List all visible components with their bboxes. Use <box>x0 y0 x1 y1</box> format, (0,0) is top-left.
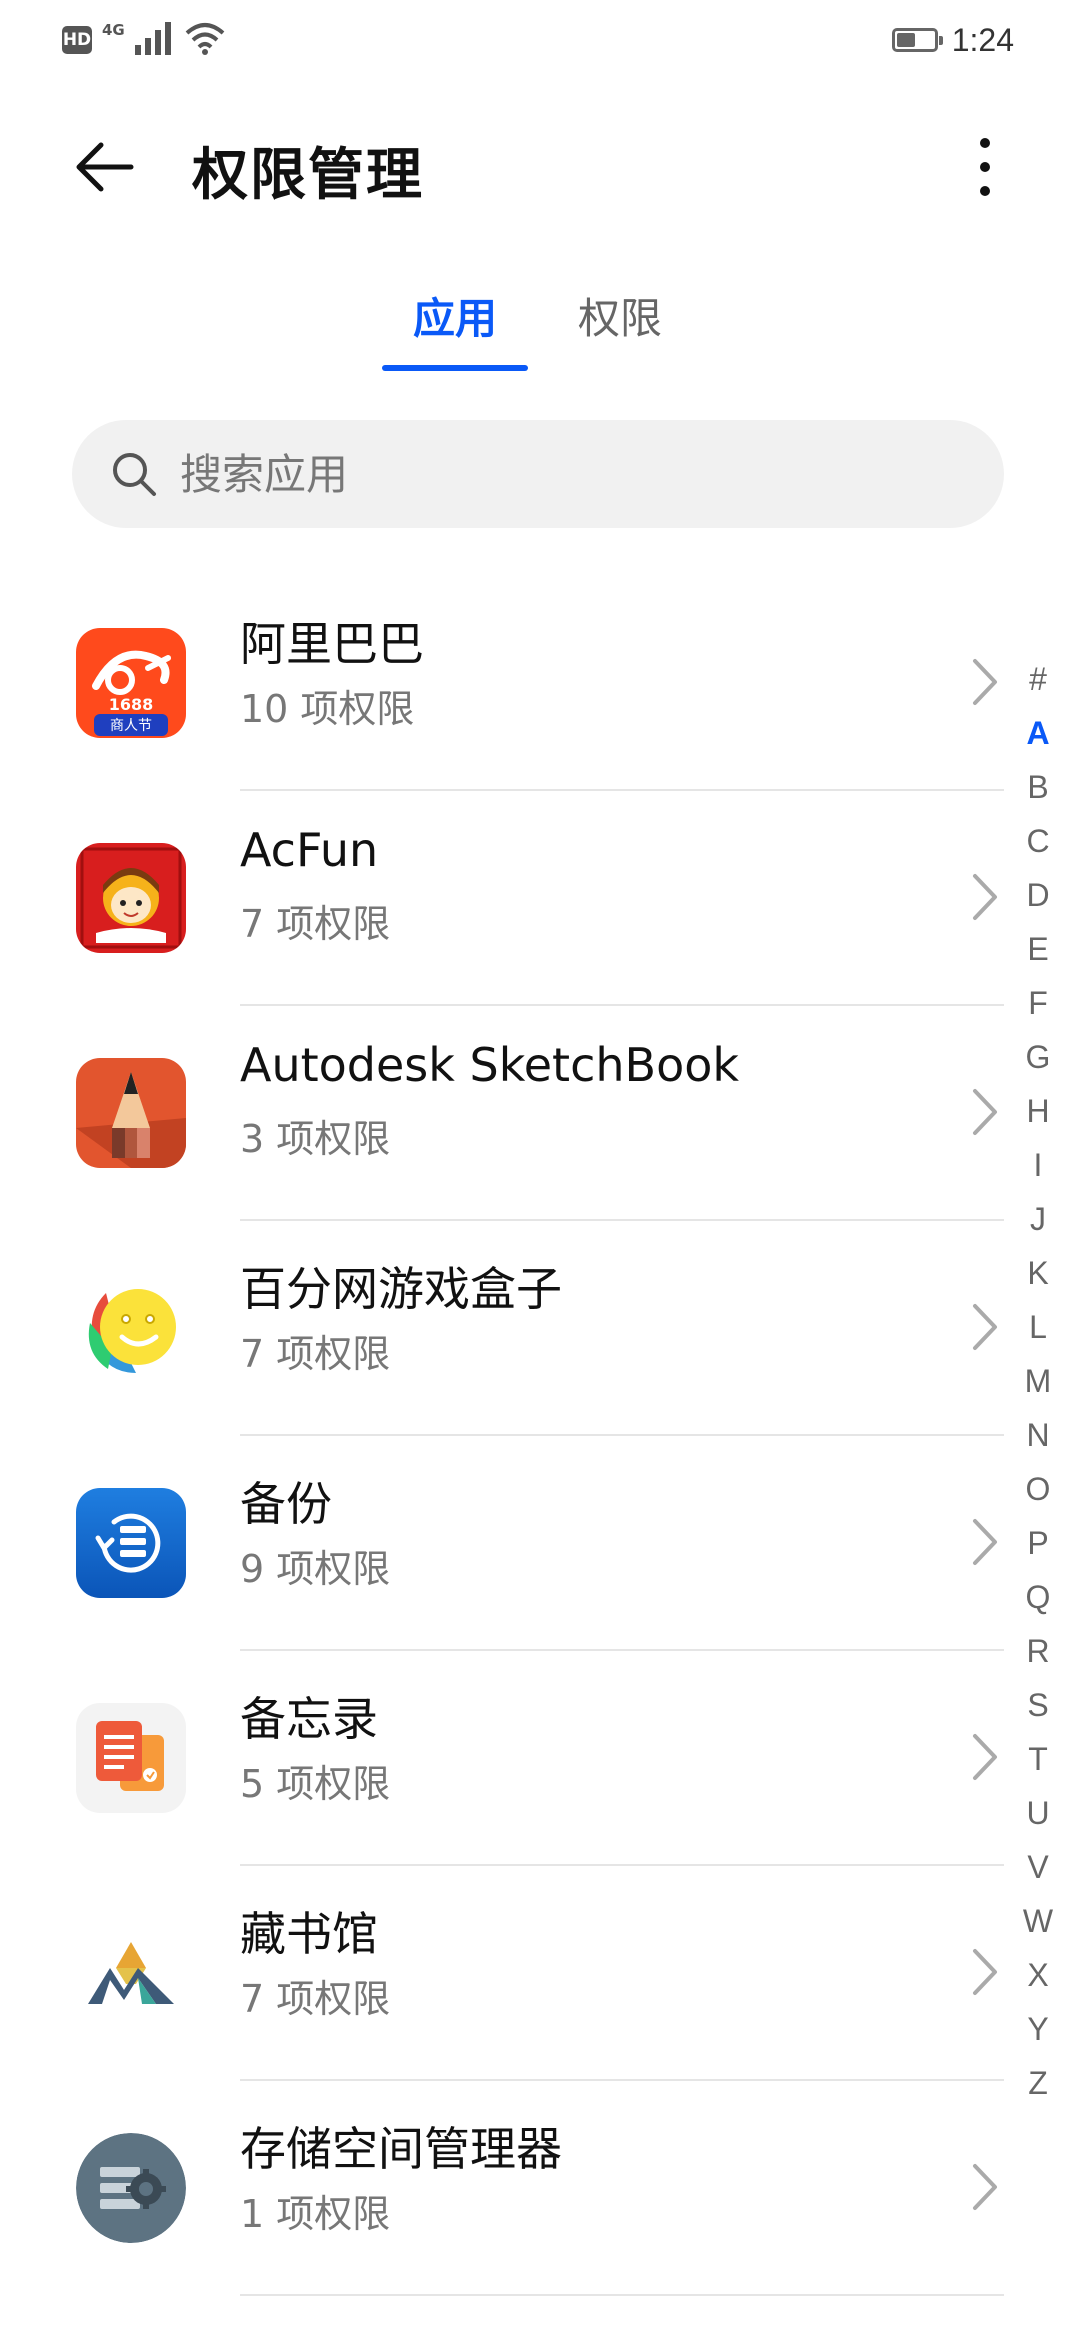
index-letter-g[interactable]: G <box>1018 1030 1058 1084</box>
app-row-alibaba[interactable]: 1688 商人节 阿里巴巴 10 项权限 <box>0 576 1010 791</box>
app-row-storage-manager[interactable]: 存储空间管理器 1 项权限 <box>0 2081 1010 2296</box>
chevron-right-icon <box>973 1089 997 1135</box>
index-letter-o[interactable]: O <box>1018 1462 1058 1516</box>
tab-indicator <box>382 365 528 371</box>
search-icon <box>113 453 156 496</box>
app-permission-count: 9 项权限 <box>240 1547 391 1591</box>
app-name: 阿里巴巴 <box>240 617 424 671</box>
alibaba-badge-top: 1688 <box>109 695 154 714</box>
app-permission-count: 7 项权限 <box>240 1332 391 1376</box>
app-row-notes[interactable]: 备忘录 5 项权限 <box>0 1651 1010 1866</box>
app-name: 存储空间管理器 <box>240 2122 562 2176</box>
chevron-right-icon <box>973 1519 997 1565</box>
chevron-right-icon <box>973 1304 997 1350</box>
index-letter-t[interactable]: T <box>1018 1732 1058 1786</box>
index-letter-n[interactable]: N <box>1018 1408 1058 1462</box>
status-time: 1:24 <box>951 21 1014 58</box>
index-letter-q[interactable]: Q <box>1018 1570 1058 1624</box>
app-name: 备份 <box>240 1477 332 1531</box>
search-input[interactable] <box>178 448 982 500</box>
acfun-icon <box>76 843 186 953</box>
index-letter-u[interactable]: U <box>1018 1786 1058 1840</box>
app-name: 藏书馆 <box>240 1907 378 1961</box>
app-permission-count: 3 项权限 <box>240 1117 391 1161</box>
index-letter-e[interactable]: E <box>1018 922 1058 976</box>
index-letter-w[interactable]: W <box>1018 1894 1058 1948</box>
app-row-acfun[interactable]: AcFun 7 项权限 <box>0 791 1010 1006</box>
index-letter-hash[interactable]: # <box>1018 652 1058 706</box>
more-options-button[interactable] <box>940 122 1030 212</box>
game-box-icon <box>76 1273 186 1383</box>
chevron-right-icon <box>973 874 997 920</box>
alibaba-icon: 1688 商人节 <box>76 628 186 738</box>
index-letter-p[interactable]: P <box>1018 1516 1058 1570</box>
app-permission-count: 10 项权限 <box>240 687 415 731</box>
library-icon <box>76 1918 186 2028</box>
tab-bar: 应用 权限 <box>0 285 1080 375</box>
hd-badge: HD <box>62 26 92 54</box>
divider <box>240 2294 1004 2296</box>
index-letter-i[interactable]: I <box>1018 1138 1058 1192</box>
battery-level <box>896 33 915 47</box>
wifi-icon <box>185 21 225 59</box>
app-row-sketchbook[interactable]: Autodesk SketchBook 3 项权限 <box>0 1006 1010 1221</box>
app-permission-count: 7 项权限 <box>240 902 391 946</box>
index-letter-c[interactable]: C <box>1018 814 1058 868</box>
app-row-backup[interactable]: 备份 9 项权限 <box>0 1436 1010 1651</box>
backup-icon <box>76 1488 186 1598</box>
tab-permissions[interactable]: 权限 <box>550 285 690 375</box>
back-arrow-icon <box>76 142 134 192</box>
index-letter-k[interactable]: K <box>1018 1246 1058 1300</box>
index-letter-f[interactable]: F <box>1018 976 1058 1030</box>
app-permission-count: 5 项权限 <box>240 1762 391 1806</box>
status-left: HD 4G <box>62 20 225 60</box>
index-letter-j[interactable]: J <box>1018 1192 1058 1246</box>
notes-icon <box>76 1703 186 1813</box>
alphabet-index[interactable]: # A B C D E F G H I J K L M N O P Q R S T U V W X Y Z <box>1018 652 1058 2110</box>
chevron-right-icon <box>973 1734 997 1780</box>
battery-icon <box>891 28 943 52</box>
index-letter-r[interactable]: R <box>1018 1624 1058 1678</box>
app-permission-count: 1 项权限 <box>240 2192 391 2236</box>
index-letter-b[interactable]: B <box>1018 760 1058 814</box>
network-type: 4G <box>102 21 125 39</box>
alibaba-badge-bottom: 商人节 <box>110 718 152 734</box>
signal-icon <box>134 21 175 59</box>
tab-apps[interactable]: 应用 <box>382 285 528 375</box>
app-row-game-box[interactable]: 百分网游戏盒子 7 项权限 <box>0 1221 1010 1436</box>
app-name: Autodesk SketchBook <box>240 1038 739 1092</box>
index-letter-l[interactable]: L <box>1018 1300 1058 1354</box>
app-row-library[interactable]: 藏书馆 7 项权限 <box>0 1866 1010 2081</box>
chevron-right-icon <box>973 2164 997 2210</box>
index-letter-m[interactable]: M <box>1018 1354 1058 1408</box>
app-name: 备忘录 <box>240 1692 378 1746</box>
chevron-right-icon <box>973 659 997 705</box>
app-permission-count: 7 项权限 <box>240 1977 391 2021</box>
index-letter-h[interactable]: H <box>1018 1084 1058 1138</box>
index-letter-x[interactable]: X <box>1018 1948 1058 2002</box>
status-bar: HD 4G 1:24 <box>0 0 1080 80</box>
sketchbook-icon <box>76 1058 186 1168</box>
index-letter-v[interactable]: V <box>1018 1840 1058 1894</box>
back-button[interactable] <box>60 122 150 212</box>
app-list: 1688 商人节 阿里巴巴 10 项权限 AcFun 7 项权限 Autodes… <box>0 576 1010 2296</box>
status-right: 1:24 <box>891 18 1014 62</box>
index-letter-d[interactable]: D <box>1018 868 1058 922</box>
index-letter-s[interactable]: S <box>1018 1678 1058 1732</box>
chevron-right-icon <box>973 1949 997 1995</box>
index-letter-a[interactable]: A <box>1018 706 1058 760</box>
index-letter-z[interactable]: Z <box>1018 2056 1058 2110</box>
search-bar[interactable] <box>72 420 1004 528</box>
index-letter-y[interactable]: Y <box>1018 2002 1058 2056</box>
storage-manager-icon <box>76 2133 186 2243</box>
app-bar: 权限管理 <box>0 100 1080 230</box>
app-name: 百分网游戏盒子 <box>240 1262 562 1316</box>
more-vertical-icon <box>980 138 990 196</box>
page-title: 权限管理 <box>192 143 424 208</box>
app-name: AcFun <box>240 823 379 877</box>
